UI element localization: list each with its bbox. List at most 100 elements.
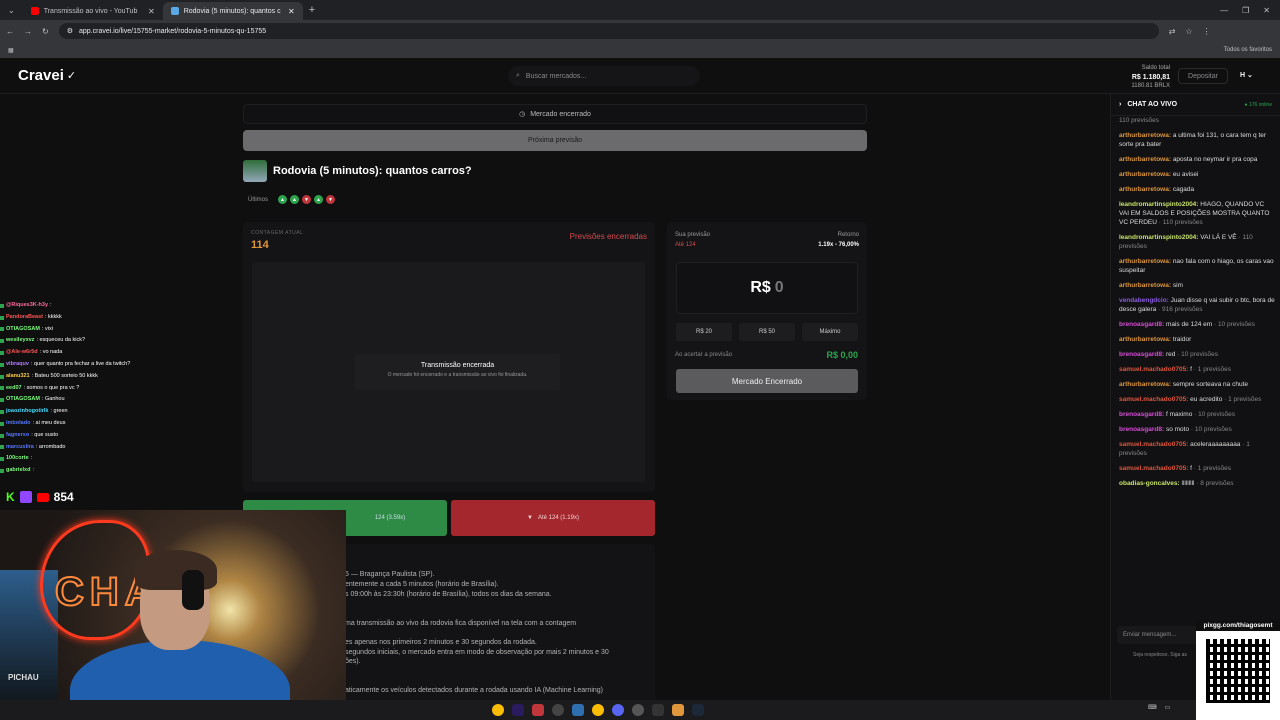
search-input[interactable]: ⌕ Buscar mercados... [508, 66, 700, 86]
quick-amount-max[interactable]: Máximo [802, 323, 858, 341]
next-prediction-button[interactable]: Próxima previsão [243, 130, 867, 151]
info-line: 5 — Bragança Paulista (SP). [345, 571, 435, 578]
menu-icon[interactable]: ⋮ [1203, 27, 1211, 36]
chat-username[interactable]: arthurbarretowa: [1119, 258, 1171, 265]
your-prediction-label: Sua previsão [675, 232, 711, 238]
obs-icon[interactable] [632, 704, 644, 716]
reload-icon[interactable]: ↻ [42, 27, 49, 36]
your-prediction: Sua previsão Até 124 [675, 230, 710, 250]
quick-amount-20[interactable]: R$ 20 [676, 323, 732, 341]
close-icon[interactable]: ✕ [148, 7, 155, 16]
tab-cravei[interactable]: Rodovia (5 minutos): quantos c ✕ [162, 2, 303, 20]
apps-icon[interactable]: ▦ [8, 47, 14, 54]
all-bookmarks[interactable]: Todos os favoritos [1224, 47, 1272, 53]
chrome-icon[interactable] [592, 704, 604, 716]
chat-username[interactable]: leandromartinspinto2004: [1119, 234, 1198, 241]
chat-prediction-count: · 916 previsões [1156, 306, 1203, 313]
chat-username[interactable]: vendabengdcio: [1119, 297, 1169, 304]
chat-username[interactable]: arthurbarretowa: [1119, 186, 1171, 193]
cravei-logo[interactable]: Cravei [18, 67, 64, 84]
bet-panel: Sua previsão Até 124 Retorno 1.19x - 76,… [667, 222, 867, 400]
chat-username[interactable]: samuel.machado0705: [1119, 441, 1188, 448]
chat-text: mais de 124 em [1164, 321, 1213, 328]
chat-username[interactable]: brenoasgard8: [1119, 351, 1164, 358]
overlay-username: @Ale-w6r5d [6, 349, 38, 356]
tab-youtube[interactable]: Transmissão ao vivo - YouTub ✕ [23, 2, 163, 20]
chat-message: arthurbarretowa: aposta no neymar ir pra… [1119, 155, 1275, 164]
minimize-icon[interactable]: — [1220, 6, 1228, 15]
overlay-chat-line: marcuslira : arrombado [0, 442, 170, 454]
chat-text: VAI LÁ E VÊ [1198, 234, 1237, 241]
youtube-icon [36, 492, 49, 502]
deposit-button[interactable]: Depositar [1178, 68, 1228, 84]
chat-username[interactable]: brenoasgard8: [1119, 426, 1164, 433]
tab-label: Rodovia (5 minutos): quantos c [183, 7, 281, 15]
overlay-chat-line: joaozinhogotirlk : green [0, 406, 170, 418]
chat-username[interactable]: arthurbarretowa: [1119, 381, 1171, 388]
chat-text: lllllllll [1179, 480, 1195, 487]
url-field[interactable]: ⚙ app.cravei.io/live/15755-market/rodovi… [58, 23, 1159, 39]
chat-username[interactable]: arthurbarretowa: [1119, 336, 1171, 343]
result-up-icon: ▲ [290, 195, 300, 204]
chat-username[interactable]: arthurbarretowa: [1119, 171, 1171, 178]
tab-search-icon[interactable]: ⌄ [0, 6, 23, 15]
user-menu[interactable]: H ⌄ [1240, 71, 1253, 79]
platform-icon [0, 445, 4, 450]
new-tab-icon[interactable]: + [309, 4, 315, 16]
chat-username[interactable]: samuel.machado0705: [1119, 366, 1188, 373]
chat-username[interactable]: brenoasgard8: [1119, 411, 1164, 418]
forward-icon[interactable]: → [24, 27, 32, 36]
quick-amount-50[interactable]: R$ 50 [739, 323, 795, 341]
chat-username[interactable]: arthurbarretowa: [1119, 156, 1171, 163]
chat-username[interactable]: leandromartinspinto2004: [1119, 201, 1198, 208]
back-icon[interactable]: ← [6, 27, 14, 36]
overlay-chat-line: eed07 : somos o que pra vc ? [0, 383, 170, 395]
chat-input[interactable]: Enviar mensagem... [1117, 626, 1207, 644]
chat-username[interactable]: obadias-goncalves: [1119, 480, 1180, 487]
browser-tabbar: ⌄ Transmissão ao vivo - YouTub ✕ Rodovia… [0, 0, 1280, 20]
translate-icon[interactable]: ⇄ [1169, 27, 1176, 36]
site-info-icon[interactable]: ⚙ [67, 27, 73, 35]
network-icon[interactable]: ▭ [1165, 704, 1171, 711]
overlay-text: : [30, 455, 33, 462]
chat-message: samuel.machado0705: f · 1 previsões [1119, 464, 1275, 473]
chat-username[interactable]: arthurbarretowa: [1119, 132, 1171, 139]
chat-text: eu acredito [1188, 396, 1223, 403]
chat-text: sempre sorteava na chute [1171, 381, 1248, 388]
chat-username[interactable]: samuel.machado0705: [1119, 396, 1188, 403]
chat-username[interactable]: arthurbarretowa: [1119, 282, 1171, 289]
close-icon[interactable]: ✕ [288, 7, 295, 16]
overlay-username: OTIAGOSAM [6, 325, 40, 332]
app-icon[interactable] [552, 704, 564, 716]
count-label: CONTAGEM ATUAL [251, 230, 304, 236]
chrome-icon[interactable] [492, 704, 504, 716]
user-initial: H [1240, 72, 1246, 79]
platform-icon [0, 327, 4, 332]
app-icon[interactable] [532, 704, 544, 716]
under-button[interactable]: ▼ Até 124 (1.19x) [451, 500, 655, 536]
app-icon[interactable] [572, 704, 584, 716]
maximize-icon[interactable]: ❐ [1242, 6, 1249, 15]
steam-icon[interactable] [692, 704, 704, 716]
chat-username[interactable]: samuel.machado0705: [1119, 465, 1188, 472]
premiere-icon[interactable] [512, 704, 524, 716]
amount-input[interactable]: R$ 0 [676, 262, 858, 314]
collapse-chat-icon[interactable]: › [1119, 101, 1121, 108]
overlay-text: : somos o que pra vc ? [23, 384, 80, 391]
app-icon[interactable] [652, 704, 664, 716]
platform-icon [0, 362, 4, 367]
balance[interactable]: Saldo total R$ 1.180,81 1180.81 BRLX [1120, 64, 1170, 91]
overlay-text: : vixi [41, 325, 53, 332]
overlay-text: : quer quanto pra fechar a live da twitc… [30, 360, 131, 367]
bookmarks-bar: ▦ Todos os favoritos [0, 42, 1280, 58]
star-icon[interactable]: ☆ [1185, 27, 1192, 36]
keyboard-icon[interactable]: ⌨ [1148, 704, 1157, 711]
market-closed-button[interactable]: Mercado Encerrado [676, 369, 858, 393]
chat-message: brenoasgard8: f maximo · 10 previsões [1119, 410, 1275, 419]
discord-icon[interactable] [612, 704, 624, 716]
app-icon[interactable] [672, 704, 684, 716]
chat-message: vendabengdcio: Juan disse q vai subir o … [1119, 296, 1275, 314]
chat-username[interactable]: brenoasgard8: [1119, 321, 1164, 328]
market-closed-banner: ◷ Mercado encerrado [243, 104, 867, 124]
close-window-icon[interactable]: ✕ [1263, 6, 1270, 15]
